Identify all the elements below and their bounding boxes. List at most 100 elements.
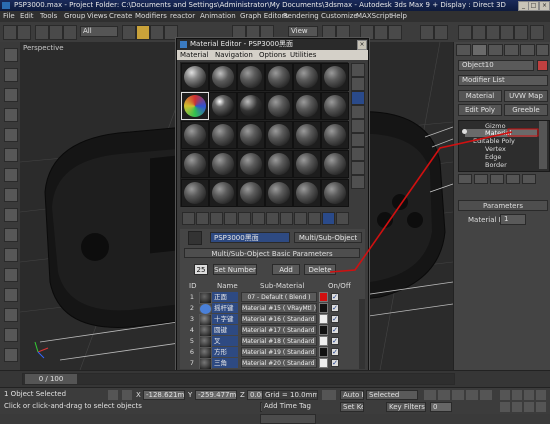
field-of-view-icon[interactable] xyxy=(500,402,510,412)
zoom-extents-all-icon[interactable] xyxy=(536,390,546,400)
material-sample-slot[interactable] xyxy=(181,150,209,178)
menu-reactor[interactable]: reactor xyxy=(170,12,195,20)
material-sample-slot[interactable] xyxy=(293,121,321,149)
column-header-sub-material[interactable]: Sub-Material xyxy=(260,282,304,290)
row-color-swatch[interactable] xyxy=(319,314,328,324)
row-sub-material-button[interactable]: 07 - Default ( Blend ) xyxy=(241,292,317,302)
row-on-checkbox[interactable]: ✓ xyxy=(331,304,339,312)
lock-selection-icon[interactable] xyxy=(108,390,118,400)
uv-tiling-icon[interactable] xyxy=(351,105,365,119)
stack-item-edge[interactable]: Edge xyxy=(485,153,501,161)
row-color-swatch[interactable] xyxy=(319,358,328,368)
menu-tools[interactable]: Tools xyxy=(40,12,57,20)
toolbar-icon-2[interactable] xyxy=(4,68,18,82)
go-to-end-icon[interactable] xyxy=(480,390,492,400)
material-sample-slot[interactable] xyxy=(237,150,265,178)
material-sample-slot[interactable] xyxy=(181,179,209,207)
utilities-tab-icon[interactable] xyxy=(536,44,549,56)
toolbar-icon-5[interactable] xyxy=(4,128,18,142)
material-modifier-button[interactable]: Material xyxy=(458,90,502,102)
toolbar-icon-4[interactable] xyxy=(4,108,18,122)
material-editor-close-button[interactable]: × xyxy=(357,40,367,50)
make-unique-material-icon[interactable] xyxy=(252,212,265,225)
add-time-tag[interactable]: Add Time Tag xyxy=(262,402,318,412)
angle-snap-icon[interactable] xyxy=(374,25,388,40)
object-name-field[interactable]: Object10 xyxy=(458,60,534,71)
make-unique-icon[interactable] xyxy=(490,174,504,184)
material-effects-channel-icon[interactable] xyxy=(280,212,293,225)
reset-material-icon[interactable] xyxy=(224,212,237,225)
create-tab-icon[interactable] xyxy=(456,44,471,56)
toolbar-icon-3[interactable] xyxy=(4,88,18,102)
row-name-field[interactable]: 摇杆键 xyxy=(212,303,238,313)
menu-rendering[interactable]: Rendering xyxy=(283,12,319,20)
pan-icon[interactable] xyxy=(512,402,522,412)
me-menu-navigation[interactable]: Navigation xyxy=(215,50,253,60)
material-name-field[interactable]: PSP3000黑面 xyxy=(210,232,290,243)
column-header-id[interactable]: ID xyxy=(189,282,196,290)
row-on-checkbox[interactable]: ✓ xyxy=(331,359,339,367)
menu-animation[interactable]: Animation xyxy=(200,12,236,20)
row-sub-material-button[interactable]: Material #20 ( Standard ) xyxy=(241,358,317,368)
remove-modifier-icon[interactable] xyxy=(506,174,520,184)
toolbar-icon-16[interactable] xyxy=(4,348,18,362)
reference-coordinate-dropdown[interactable]: View xyxy=(288,26,318,37)
row-sub-material-button[interactable]: Material #19 ( Standard ) xyxy=(241,347,317,357)
motion-tab-icon[interactable] xyxy=(504,44,519,56)
show-map-in-viewport-icon[interactable] xyxy=(294,212,307,225)
maximize-button[interactable]: □ xyxy=(528,1,539,11)
curve-editor-icon[interactable] xyxy=(458,25,472,40)
menu-views[interactable]: Views xyxy=(87,12,107,20)
mirror-icon[interactable] xyxy=(420,25,434,40)
toolbar-icon-11[interactable] xyxy=(4,248,18,262)
undo-icon[interactable] xyxy=(3,25,17,40)
put-material-icon[interactable] xyxy=(196,212,209,225)
show-end-result-material-icon[interactable] xyxy=(308,212,321,225)
parameters-rollout[interactable]: Parameters xyxy=(458,200,548,211)
row-color-swatch[interactable] xyxy=(319,303,328,313)
redo-icon[interactable] xyxy=(17,25,31,40)
zoom-all-icon[interactable] xyxy=(512,390,522,400)
quick-render-icon[interactable] xyxy=(530,25,544,40)
auto-key-button[interactable]: Auto Key xyxy=(340,390,364,400)
copy-material-icon[interactable] xyxy=(238,212,251,225)
menu-graph-editors[interactable]: Graph Editors xyxy=(240,12,288,20)
assign-material-icon[interactable] xyxy=(210,212,223,225)
select-object-icon[interactable] xyxy=(122,25,136,40)
next-frame-icon[interactable] xyxy=(466,390,478,400)
play-icon[interactable] xyxy=(452,390,464,400)
material-sample-slot[interactable] xyxy=(209,63,237,91)
rectangle-selection-icon[interactable] xyxy=(150,25,164,40)
uvw-map-button[interactable]: UVW Map xyxy=(504,90,548,102)
selection-filter-dropdown[interactable]: All xyxy=(80,26,118,37)
material-type-button[interactable]: Multi/Sub-Object xyxy=(294,232,362,243)
percent-snap-icon[interactable] xyxy=(388,25,402,40)
toolbar-icon-6[interactable] xyxy=(4,148,18,162)
menu-customize[interactable]: Customize xyxy=(321,12,358,20)
material-sample-slot[interactable] xyxy=(265,92,293,120)
material-sample-slot[interactable] xyxy=(237,121,265,149)
menu-modifiers[interactable]: Modifiers xyxy=(135,12,167,20)
light-bulb-icon[interactable] xyxy=(462,129,467,134)
select-by-material-icon[interactable] xyxy=(351,161,365,175)
material-sample-slot[interactable] xyxy=(293,63,321,91)
stack-item-material[interactable]: Material xyxy=(485,129,511,137)
toolbar-icon-7[interactable] xyxy=(4,168,18,182)
align-icon[interactable] xyxy=(434,25,448,40)
row-name-field[interactable]: 正面 xyxy=(212,292,238,302)
pick-material-icon[interactable] xyxy=(188,231,202,245)
configure-modifier-sets-icon[interactable] xyxy=(522,174,536,184)
key-filters-button[interactable]: Key Filters... xyxy=(386,402,426,412)
edit-poly-button[interactable]: Edit Poly xyxy=(458,104,502,116)
me-menu-options[interactable]: Options xyxy=(259,50,286,60)
material-sample-slot[interactable] xyxy=(265,121,293,149)
sample-type-icon[interactable] xyxy=(351,63,365,77)
toolbar-icon-1[interactable] xyxy=(4,48,18,62)
menu-group[interactable]: Group xyxy=(64,12,85,20)
basic-parameters-rollout[interactable]: Multi/Sub-Object Basic Parameters xyxy=(184,248,360,258)
background-icon[interactable] xyxy=(351,91,365,105)
video-color-check-icon[interactable] xyxy=(351,119,365,133)
unlink-icon[interactable] xyxy=(49,25,63,40)
material-sample-slot[interactable] xyxy=(237,63,265,91)
set-key-button[interactable]: Set Key xyxy=(340,402,364,412)
